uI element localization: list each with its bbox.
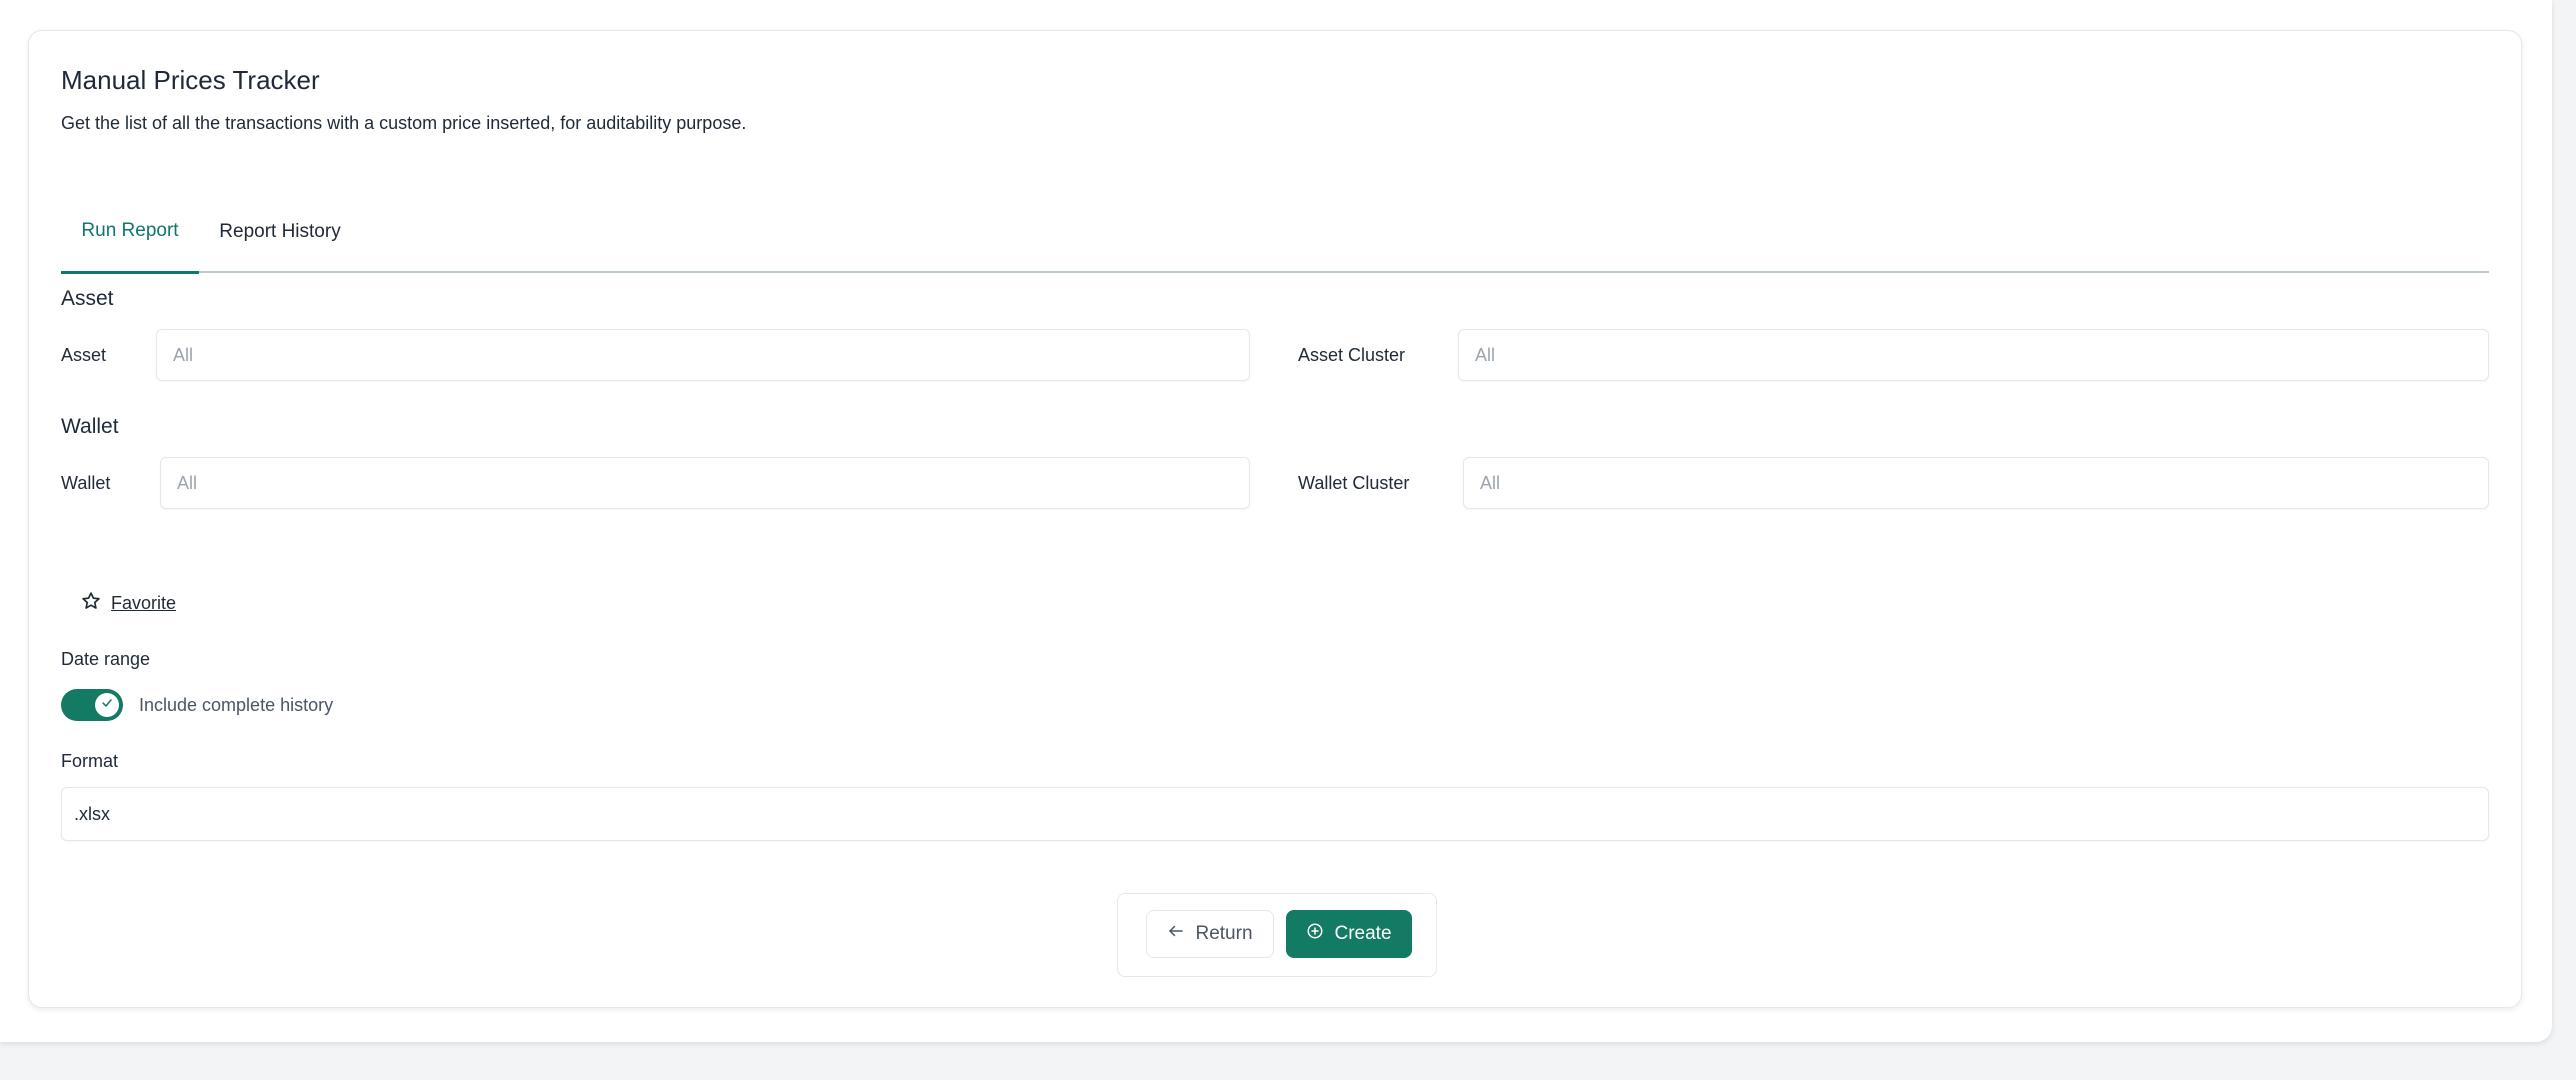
wallet-section-title: Wallet [61, 415, 119, 438]
favorite-label: Favorite [111, 593, 177, 613]
asset-cluster-label: Asset Cluster [1298, 345, 1406, 365]
wallet-input[interactable] [160, 457, 1250, 509]
include-history-toggle[interactable] [61, 689, 123, 721]
create-label: Create [1334, 923, 1392, 944]
arrow-left-icon [1167, 922, 1185, 946]
tab-run-report[interactable]: Run Report [61, 191, 199, 274]
tab-bar: Run Report Report History [61, 191, 2489, 274]
star-outline-icon [81, 591, 101, 616]
report-card: Manual Prices Tracker Get the list of al… [28, 30, 2522, 1008]
format-label: Format [61, 751, 119, 771]
wallet-cluster-label: Wallet Cluster [1298, 473, 1410, 493]
asset-cluster-input[interactable] [1458, 329, 2489, 381]
asset-label: Asset [61, 345, 107, 365]
return-button[interactable]: Return [1146, 910, 1274, 958]
action-bar: Return Create [1117, 893, 1437, 977]
format-value: .xlsx [74, 803, 110, 824]
include-history-row: Include complete history [61, 689, 333, 721]
include-history-label: Include complete history [139, 694, 334, 715]
wallet-label: Wallet [61, 473, 111, 493]
favorite-link[interactable]: Favorite [81, 591, 176, 616]
page-container: Manual Prices Tracker Get the list of al… [0, 0, 2552, 1042]
create-button[interactable]: Create [1286, 910, 1412, 958]
page-title: Manual Prices Tracker [61, 65, 320, 95]
tab-report-history[interactable]: Report History [199, 191, 361, 273]
page-subtitle: Get the list of all the transactions wit… [61, 113, 747, 133]
format-select[interactable]: .xlsx [61, 787, 2489, 841]
return-label: Return [1195, 923, 1253, 944]
toggle-knob [95, 693, 119, 717]
plus-circle-icon [1306, 922, 1324, 946]
check-icon [101, 696, 113, 714]
asset-input[interactable] [156, 329, 1250, 381]
wallet-cluster-input[interactable] [1463, 457, 2489, 509]
date-range-label: Date range [61, 649, 151, 669]
asset-section-title: Asset [61, 287, 114, 310]
